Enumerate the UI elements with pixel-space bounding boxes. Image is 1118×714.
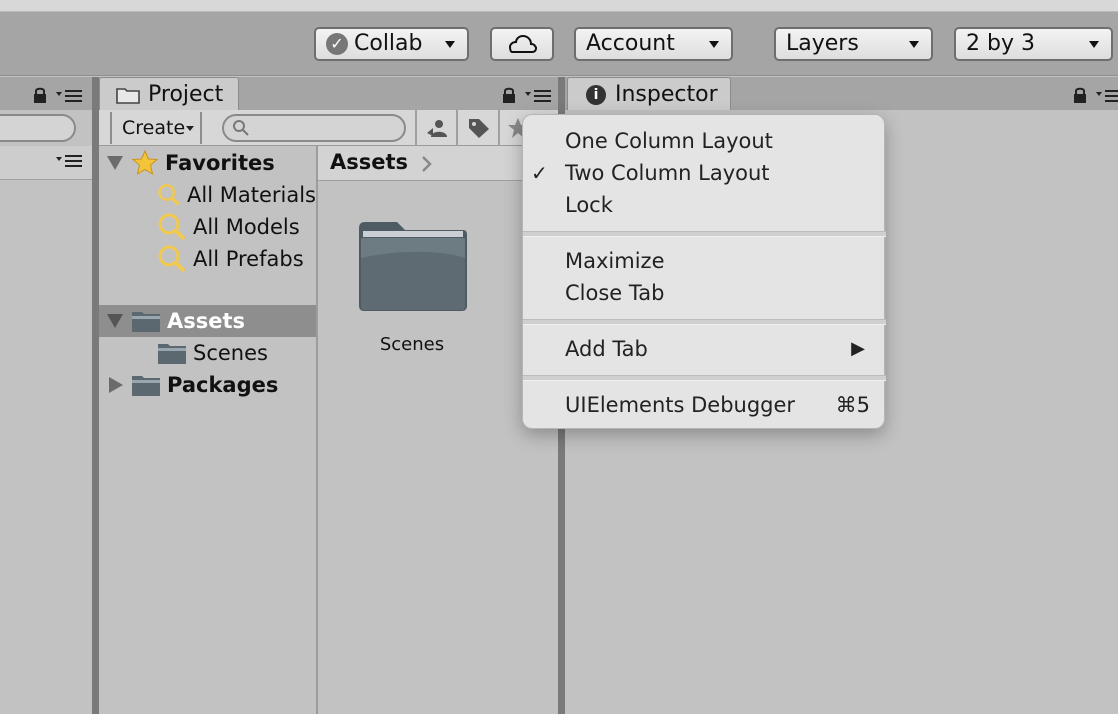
search-icon [233, 120, 249, 136]
menu-item-close-tab[interactable]: Close Tab [565, 278, 664, 308]
breadcrumb-assets[interactable]: Assets [330, 150, 408, 174]
chevron-down-icon [445, 41, 455, 48]
toolbar-separator [498, 110, 500, 146]
lock-icon[interactable] [33, 87, 47, 103]
menu-separator [523, 375, 886, 381]
menu-item-label: Lock [565, 193, 613, 217]
shortcut-label: ⌘5 [835, 393, 870, 417]
folder-grid-item[interactable] [355, 218, 471, 314]
toolbar-separator [456, 110, 458, 146]
menu-item-lock[interactable]: Lock [565, 190, 613, 220]
search-icon [158, 213, 186, 241]
info-icon: i [586, 84, 606, 105]
favorite-item-label: All Models [193, 215, 300, 239]
tree-divider[interactable] [316, 146, 318, 714]
pane-menu-icon[interactable] [525, 89, 551, 103]
collab-check-icon: ✓ [326, 33, 348, 55]
folder-icon [158, 344, 186, 364]
lock-icon[interactable] [502, 87, 516, 103]
tree-item-scenes[interactable]: Scenes [99, 337, 316, 369]
menu-item-label: Add Tab [565, 337, 648, 361]
star-icon [131, 150, 159, 176]
pane-divider[interactable] [92, 77, 99, 714]
layers-label: Layers [786, 31, 859, 56]
tree-item-packages[interactable]: Packages [99, 369, 316, 401]
menu-item-uielements-debugger[interactable]: UIElements Debugger ⌘5 [565, 390, 870, 420]
menu-item-two-column-layout[interactable]: Two Column Layout [565, 158, 770, 188]
favorite-item-label: All Prefabs [193, 247, 304, 271]
chevron-down-icon [1089, 41, 1099, 48]
chevron-down-icon [709, 41, 719, 48]
hierarchy-menu-icon[interactable] [56, 154, 82, 168]
menu-item-label: UIElements Debugger [565, 393, 796, 417]
filter-by-label-icon[interactable] [467, 117, 491, 139]
menu-item-label: One Column Layout [565, 129, 773, 153]
cloud-icon [508, 34, 537, 53]
packages-label: Packages [167, 373, 279, 397]
collapse-arrow-icon[interactable] [109, 377, 123, 393]
collab-button[interactable]: ✓ Collab [314, 27, 469, 61]
menu-item-add-tab[interactable]: Add Tab ▶ [565, 334, 865, 364]
search-icon [158, 184, 180, 206]
submenu-arrow-icon: ▶ [851, 338, 865, 359]
hierarchy-pane [0, 110, 92, 714]
account-label: Account [586, 31, 675, 56]
menu-item-label: Close Tab [565, 281, 665, 305]
layers-dropdown[interactable]: Layers [774, 27, 933, 61]
favorite-item[interactable]: All Prefabs [99, 243, 316, 275]
project-toolbar: Create [99, 110, 558, 146]
project-search-input[interactable] [222, 114, 406, 142]
scenes-tree-label: Scenes [193, 341, 268, 365]
folder-icon [132, 376, 160, 396]
folder-icon [359, 222, 467, 311]
search-icon [158, 245, 186, 273]
cloud-button[interactable] [490, 27, 554, 61]
chevron-right-icon [422, 156, 432, 172]
toolbar-separator [415, 110, 417, 146]
hierarchy-search-input[interactable] [0, 114, 76, 142]
folder-icon [132, 312, 160, 332]
checkmark-icon: ✓ [531, 161, 548, 185]
layout-label: 2 by 3 [966, 31, 1035, 56]
expand-arrow-icon[interactable] [107, 156, 123, 170]
menu-item-one-column-layout[interactable]: One Column Layout [565, 126, 773, 156]
expand-arrow-icon[interactable] [107, 314, 123, 328]
folder-tab-icon [116, 87, 140, 104]
main-toolbar: ✓ Collab Account Layers 2 by 3 [0, 12, 1118, 76]
chevron-down-icon [186, 126, 194, 131]
favorites-label: Favorites [165, 151, 275, 175]
create-label: Create [122, 117, 186, 139]
menu-item-label: Maximize [565, 249, 665, 273]
chevron-down-icon [909, 41, 919, 48]
collab-label: Collab [354, 31, 423, 56]
tree-item-favorites[interactable]: Favorites [99, 147, 316, 179]
tab-project-label: Project [148, 82, 224, 107]
pane-menu-icon[interactable] [1096, 89, 1118, 103]
pane-context-menu: One Column Layout ✓ Two Column Layout Lo… [522, 114, 886, 429]
menu-item-maximize[interactable]: Maximize [565, 246, 664, 276]
tab-inspector-label: Inspector [615, 82, 718, 107]
pane-menu-icon[interactable] [56, 89, 82, 103]
menu-item-label: Two Column Layout [565, 161, 770, 185]
tab-project[interactable]: Project [99, 77, 239, 111]
favorite-item-label: All Materials [187, 183, 316, 207]
tab-inspector[interactable]: i Inspector [567, 77, 731, 111]
layout-dropdown[interactable]: 2 by 3 [954, 27, 1113, 61]
menu-separator [523, 231, 886, 237]
assets-label: Assets [167, 309, 246, 333]
folder-grid-item-label: Scenes [379, 334, 445, 355]
lock-icon[interactable] [1073, 87, 1087, 103]
favorite-item[interactable]: All Models [99, 211, 316, 243]
favorite-item[interactable]: All Materials [99, 179, 316, 211]
create-dropdown[interactable]: Create [110, 112, 202, 144]
filter-by-type-icon[interactable] [425, 118, 449, 138]
account-dropdown[interactable]: Account [574, 27, 733, 61]
tree-item-assets[interactable]: Assets [99, 305, 316, 337]
menu-separator [523, 319, 886, 325]
window-title-bar [0, 0, 1118, 12]
